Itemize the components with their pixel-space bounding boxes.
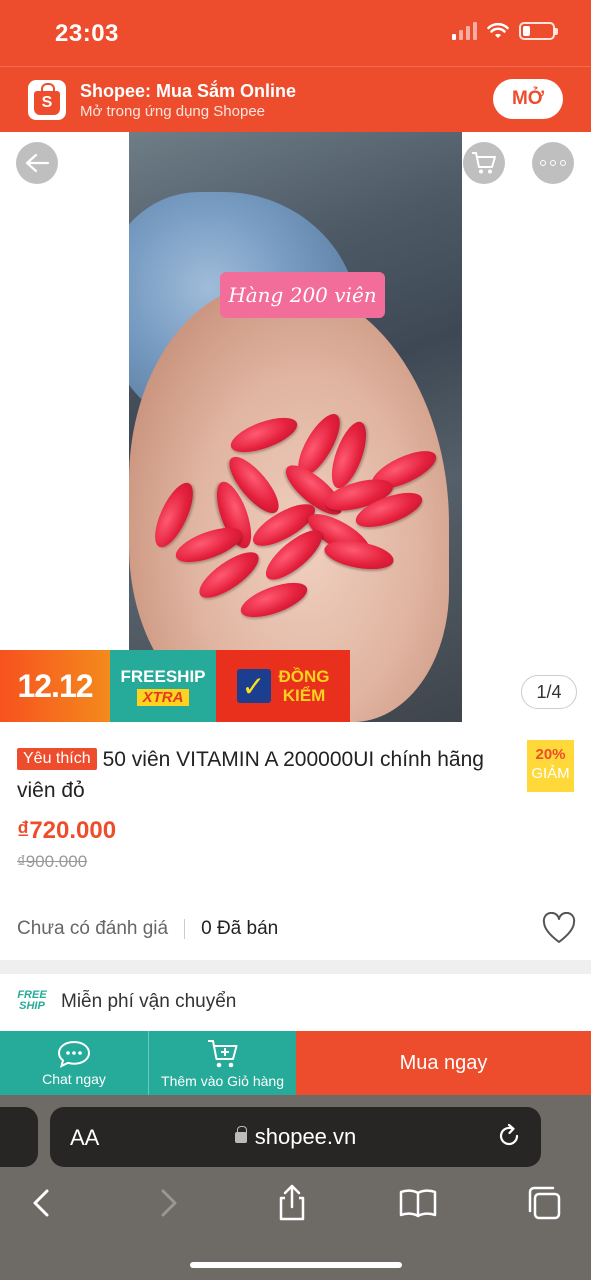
browser-chrome: AA shopee.vn [0, 1095, 591, 1280]
status-time: 23:03 [55, 20, 119, 47]
cart-icon [472, 152, 496, 174]
promo-freeship-label: FREESHIP [120, 666, 206, 686]
bookmarks-icon[interactable] [398, 1183, 438, 1223]
browser-forward-icon[interactable] [148, 1183, 188, 1223]
cart-button[interactable] [463, 142, 505, 184]
status-icons [452, 22, 558, 40]
image-counter: 1/4 [521, 675, 577, 709]
url-text: shopee.vn [254, 1124, 357, 1149]
back-arrow-icon [25, 153, 50, 173]
shipping-row[interactable]: FREE SHIP Miễn phí vận chuyển [17, 990, 236, 1014]
rating-row[interactable]: Chưa có đánh giá 0 Đã bán [17, 918, 278, 940]
product-title-row: Yêu thích 50 viên VITAMIN A 200000UI chín… [17, 744, 522, 806]
tabs-icon[interactable] [524, 1183, 564, 1223]
wifi-icon [487, 22, 509, 38]
promo-dong-kiem: ✓ ĐỒNG KIỂM [216, 650, 350, 722]
promo-freeship-xtra: FREESHIP XTRA [110, 650, 216, 722]
url-display[interactable]: shopee.vn [50, 1124, 541, 1150]
dong-kiem-line2: KIỂM [282, 686, 326, 705]
chat-button[interactable]: Chat ngay [0, 1031, 148, 1095]
share-icon[interactable] [272, 1183, 312, 1223]
shopee-logo-icon: S [28, 80, 66, 120]
product-photo[interactable]: Hàng 200 viên [129, 132, 462, 722]
more-icon [540, 160, 566, 166]
chat-icon [57, 1040, 91, 1068]
app-banner[interactable]: S Shopee: Mua Sắm Online Mở trong ứng dụ… [0, 66, 591, 132]
chat-label: Chat ngay [42, 1070, 106, 1087]
open-app-button[interactable]: MỞ [493, 79, 563, 119]
photo-caption: Hàng 200 viên [220, 272, 385, 318]
page: 23:03 S Shopee: Mua Sắm Online Mở trong … [0, 0, 591, 1280]
promo-xtra-label: XTRA [136, 688, 190, 706]
promo-1212: 12.12 [0, 650, 110, 722]
discount-label: GIẢM [531, 765, 570, 782]
cellular-signal-icon [452, 22, 477, 40]
reload-icon[interactable] [495, 1122, 523, 1150]
status-bar: 23:03 [0, 0, 591, 66]
original-price: ₫900.000 [17, 852, 88, 871]
discount-percent: 20% [535, 746, 566, 763]
previous-tab-stub[interactable] [0, 1107, 38, 1167]
rating-separator [184, 919, 186, 939]
promo-banner: 12.12 FREESHIP XTRA ✓ ĐỒNG KIỂM [0, 650, 350, 722]
shipping-text: Miễn phí vận chuyển [61, 991, 237, 1012]
app-banner-subtitle: Mở trong ứng dụng Shopee [80, 103, 266, 120]
dong-kiem-text: ĐỒNG KIỂM [279, 667, 330, 705]
checkmark-icon: ✓ [236, 669, 271, 703]
action-bar: Chat ngay Thêm vào Giỏ hàng Mua ngay [0, 1031, 591, 1095]
dong-kiem-line1: ĐỒNG [278, 667, 330, 686]
add-to-cart-button[interactable]: Thêm vào Giỏ hàng [148, 1031, 296, 1095]
battery-level [523, 26, 530, 36]
lock-icon [234, 1126, 247, 1143]
back-button[interactable] [16, 142, 58, 184]
battery-icon [519, 22, 558, 40]
sold-count: 0 Đã bán [201, 918, 279, 939]
browser-back-icon[interactable] [22, 1183, 62, 1223]
add-cart-icon [207, 1039, 237, 1067]
buy-now-button[interactable]: Mua ngay [296, 1031, 591, 1095]
app-banner-title: Shopee: Mua Sắm Online [80, 81, 297, 101]
section-divider [0, 960, 591, 974]
shopee-bag-icon: S [34, 83, 60, 115]
add-cart-label: Thêm vào Giỏ hàng [161, 1072, 284, 1089]
home-indicator [190, 1262, 402, 1268]
address-bar[interactable]: AA shopee.vn [50, 1107, 541, 1167]
favorite-badge: Yêu thích [17, 748, 97, 770]
more-button[interactable] [532, 142, 574, 184]
rating-text: Chưa có đánh giá [17, 918, 169, 939]
product-gallery[interactable]: Hàng 200 viên 12.12 FREESHIP XTRA ✓ ĐỒNG… [0, 132, 591, 722]
discount-badge: 20% GIẢM [527, 740, 574, 792]
free-ship-icon: FREE SHIP [17, 989, 47, 1012]
current-price: ₫720.000 [17, 817, 117, 844]
like-heart-icon[interactable] [542, 912, 576, 946]
browser-toolbar [0, 1183, 591, 1223]
